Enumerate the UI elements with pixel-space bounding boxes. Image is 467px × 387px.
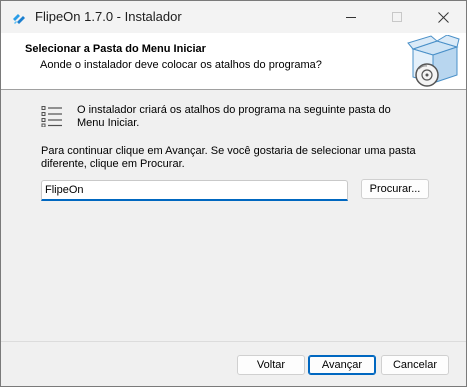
page-title: Selecionar a Pasta do Menu Iniciar [25,43,206,55]
wizard-header: Selecionar a Pasta do Menu Iniciar Aonde… [1,33,466,90]
install-box-icon [407,35,460,87]
cancel-button[interactable]: Cancelar [381,355,449,375]
flipeon-logo-icon [13,14,25,24]
close-button[interactable] [420,1,466,33]
window-title: FlipeOn 1.7.0 - Instalador [35,9,182,24]
next-button[interactable]: Avançar [308,355,376,375]
start-menu-folder-input[interactable] [41,180,348,201]
footer-divider [1,341,466,342]
back-button[interactable]: Voltar [237,355,305,375]
close-icon [437,11,449,23]
instruction-text: Para continuar clique em Avançar. Se voc… [41,145,416,170]
browse-button[interactable]: Procurar... [361,179,429,199]
info-text: O instalador criará os atalhos do progra… [77,104,391,129]
minimize-button[interactable] [328,1,374,33]
title-bar[interactable]: FlipeOn 1.7.0 - Instalador [1,1,466,33]
page-subtitle: Aonde o instalador deve colocar os atalh… [40,59,322,71]
maximize-button [374,1,420,33]
start-menu-list-icon [41,106,62,127]
minimize-icon [346,17,356,18]
installer-window: FlipeOn 1.7.0 - Instalador Selecionar a … [0,0,467,387]
maximize-icon [392,12,402,22]
